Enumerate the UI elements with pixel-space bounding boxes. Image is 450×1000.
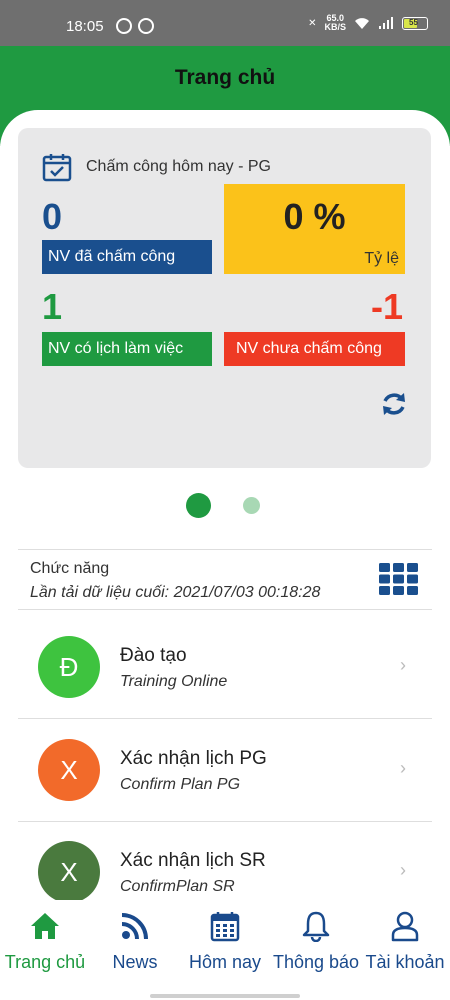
not-checked-label: NV chưa chấm công bbox=[224, 332, 405, 366]
nav-notifications[interactable]: Thông báo bbox=[270, 900, 362, 990]
scheduled-count: 1 bbox=[42, 286, 63, 327]
section-title: Chức năng bbox=[30, 560, 110, 577]
scheduled-label: NV có lịch làm việc bbox=[42, 332, 212, 366]
wifi-icon bbox=[355, 17, 369, 29]
refresh-icon[interactable] bbox=[380, 390, 408, 418]
attendance-card-title: Chấm công hôm nay - PG bbox=[86, 158, 271, 175]
nav-label: News bbox=[112, 952, 158, 972]
status-indicators: ✕ 65.0 KB/S 55 bbox=[308, 14, 428, 32]
pager-dot[interactable] bbox=[243, 497, 260, 514]
avatar: Đ bbox=[38, 636, 100, 698]
last-load-time: Lần tải dữ liệu cuối: 2021/07/03 00:18:2… bbox=[30, 584, 321, 601]
not-checked-count: -1 bbox=[370, 286, 403, 327]
network-speed: 65.0 KB/S bbox=[324, 13, 346, 32]
avatar: X bbox=[38, 739, 100, 801]
list-item-title: Xác nhận lịch SR bbox=[120, 850, 266, 871]
checked-in-count: 0 bbox=[42, 196, 63, 237]
bottom-navigation: Trang chủ News Hôm nay Thông báo Tài kho… bbox=[0, 900, 450, 1000]
attendance-card[interactable]: Chấm công hôm nay - PG 0 NV đã chấm công… bbox=[18, 128, 431, 468]
notification-app-icon bbox=[116, 18, 132, 34]
calendar-icon bbox=[210, 912, 240, 942]
avatar: X bbox=[38, 841, 100, 903]
checked-in-label: NV đã chấm công bbox=[42, 240, 212, 274]
grid-view-icon[interactable] bbox=[378, 562, 420, 596]
status-time: 18:05 bbox=[66, 18, 104, 35]
divider bbox=[18, 549, 432, 550]
mute-icon: ✕ bbox=[308, 17, 317, 29]
home-indicator[interactable] bbox=[150, 994, 300, 998]
list-item-subtitle: Training Online bbox=[120, 673, 228, 690]
status-bar: 18:05 ✕ 65.0 KB/S 55 bbox=[0, 0, 450, 46]
pager-dot-active[interactable] bbox=[186, 493, 211, 518]
list-item-training[interactable]: Đ Đào tạo Training Online › bbox=[18, 617, 432, 719]
list-item-title: Xác nhận lịch PG bbox=[120, 748, 267, 769]
notification-app-icon bbox=[138, 18, 154, 34]
chevron-right-icon: › bbox=[400, 758, 406, 778]
nav-news[interactable]: News bbox=[90, 900, 180, 990]
calendar-check-icon bbox=[42, 154, 72, 182]
nav-today[interactable]: Hôm nay bbox=[180, 900, 270, 990]
nav-label: Thông báo bbox=[272, 952, 360, 972]
user-icon bbox=[391, 911, 419, 942]
page-title: Trang chủ bbox=[174, 66, 276, 89]
list-item-title: Đào tạo bbox=[120, 645, 187, 666]
list-item-confirm-plan-pg[interactable]: X Xác nhận lịch PG Confirm Plan PG › bbox=[18, 720, 432, 822]
chevron-right-icon: › bbox=[400, 860, 406, 880]
battery-icon: 55 bbox=[402, 16, 428, 30]
home-icon bbox=[31, 913, 59, 939]
nav-label: Tài khoản bbox=[365, 952, 445, 972]
divider bbox=[18, 609, 432, 610]
list-item-subtitle: ConfirmPlan SR bbox=[120, 878, 235, 895]
signal-icon bbox=[379, 16, 393, 29]
nav-label: Trang chủ bbox=[4, 952, 86, 972]
list-item-subtitle: Confirm Plan PG bbox=[120, 776, 241, 793]
nav-home[interactable]: Trang chủ bbox=[0, 900, 90, 990]
bell-icon bbox=[302, 911, 330, 942]
attendance-card-header: Chấm công hôm nay - PG bbox=[42, 152, 271, 182]
nav-account[interactable]: Tài khoản bbox=[362, 900, 448, 990]
chevron-right-icon: › bbox=[400, 655, 406, 675]
rate-box: 0 % Tỷ lệ bbox=[224, 184, 405, 274]
rss-icon bbox=[121, 913, 148, 940]
rate-label: Tỷ lệ bbox=[364, 250, 399, 267]
nav-label: Hôm nay bbox=[188, 952, 262, 972]
rate-value: 0 % bbox=[283, 196, 346, 237]
